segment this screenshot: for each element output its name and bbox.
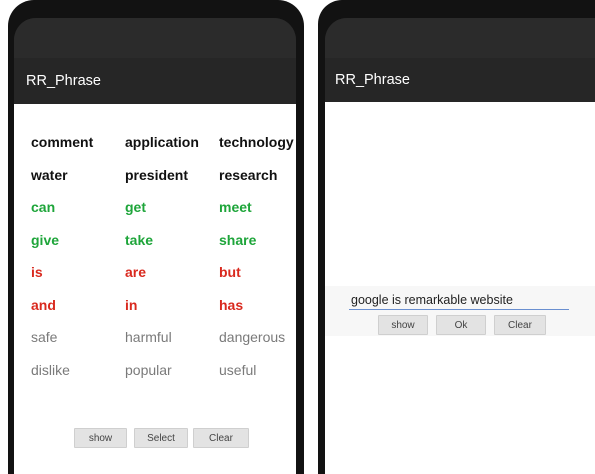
word-row: water president research — [31, 165, 296, 198]
status-bar — [14, 18, 296, 58]
word-item[interactable]: research — [219, 165, 296, 198]
word-row: and in has — [31, 295, 296, 328]
right-content: show Ok Clear — [325, 102, 595, 474]
word-item[interactable]: water — [31, 165, 125, 198]
phrase-input[interactable] — [349, 290, 569, 310]
word-row: is are but — [31, 262, 296, 295]
phrase-panel: show Ok Clear — [325, 286, 595, 336]
right-phone: RR_Phrase show Ok Clear — [318, 0, 595, 474]
left-phone: RR_Phrase comment application technology wa… — [8, 0, 304, 474]
status-bar — [325, 18, 595, 58]
word-item[interactable]: president — [125, 165, 219, 198]
word-item[interactable]: and — [31, 295, 125, 328]
word-item[interactable]: popular — [125, 360, 219, 393]
word-item[interactable]: dislike — [31, 360, 125, 393]
word-item[interactable]: technology — [219, 132, 296, 165]
word-item[interactable]: is — [31, 262, 125, 295]
left-phone-screen: RR_Phrase comment application technology wa… — [14, 18, 296, 474]
word-item[interactable]: give — [31, 230, 125, 263]
word-item[interactable]: application — [125, 132, 219, 165]
show-button[interactable]: show — [74, 428, 127, 448]
word-item[interactable]: has — [219, 295, 296, 328]
word-item[interactable]: take — [125, 230, 219, 263]
left-content: comment application technology water preside… — [14, 104, 296, 474]
word-item[interactable]: but — [219, 262, 296, 295]
word-item[interactable]: can — [31, 197, 125, 230]
clear-button[interactable]: Clear — [494, 315, 546, 335]
right-phone-screen: RR_Phrase show Ok Clear — [325, 18, 595, 474]
word-row: dislike popular useful — [31, 360, 296, 393]
word-item[interactable]: dangerous — [219, 327, 296, 360]
select-button[interactable]: Select — [134, 428, 188, 448]
word-grid: comment application technology water preside… — [31, 132, 296, 392]
word-item[interactable]: harmful — [125, 327, 219, 360]
word-item[interactable]: safe — [31, 327, 125, 360]
word-row: comment application technology — [31, 132, 296, 165]
ok-button[interactable]: Ok — [436, 315, 486, 335]
word-row: give take share — [31, 230, 296, 263]
word-row: safe harmful dangerous — [31, 327, 296, 360]
app-title: RR_Phrase — [325, 58, 595, 102]
word-item[interactable]: useful — [219, 360, 296, 393]
word-item[interactable]: comment — [31, 132, 125, 165]
word-item[interactable]: meet — [219, 197, 296, 230]
clear-button[interactable]: Clear — [193, 428, 249, 448]
word-item[interactable]: in — [125, 295, 219, 328]
word-row: can get meet — [31, 197, 296, 230]
word-item[interactable]: are — [125, 262, 219, 295]
app-title: RR_Phrase — [14, 58, 296, 104]
show-button[interactable]: show — [378, 315, 428, 335]
word-item[interactable]: share — [219, 230, 296, 263]
word-item[interactable]: get — [125, 197, 219, 230]
